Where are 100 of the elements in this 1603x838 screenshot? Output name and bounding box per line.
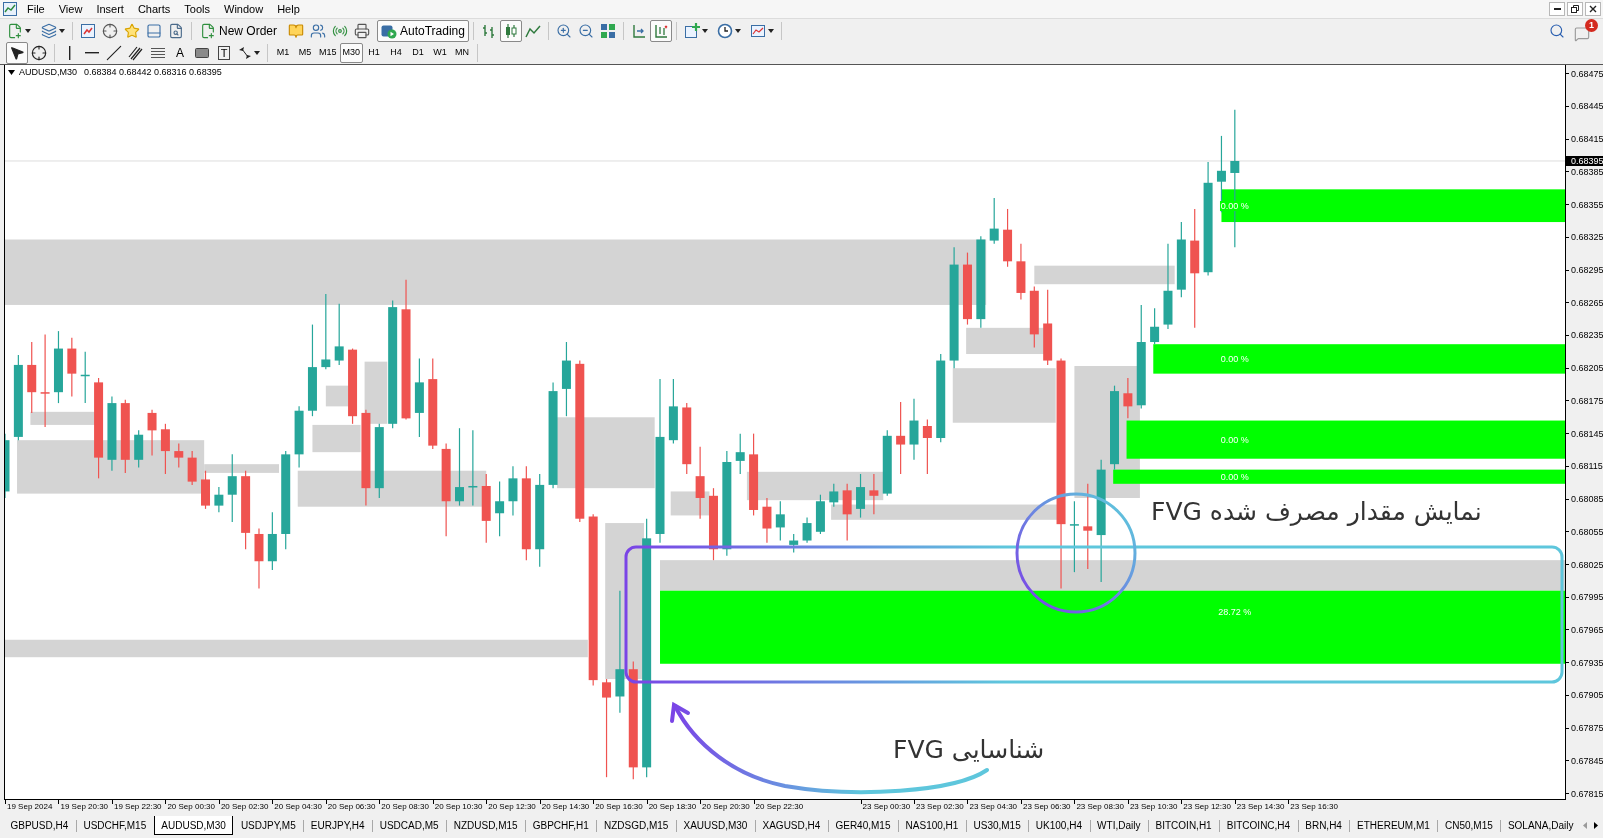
fvg-percentage: 0.00 % [1219, 471, 1250, 482]
chart-tab[interactable]: US30,M15 [966, 816, 1029, 835]
chart-tab[interactable]: BITCOINC,H4 [1219, 816, 1298, 835]
chart-tab[interactable]: XAGUSD,H4 [755, 816, 828, 835]
bullish-candle [334, 303, 344, 366]
price-label: 0.68355 [1571, 199, 1603, 210]
annotation-text: شناسایی FVG [893, 735, 1045, 765]
text-label-button[interactable]: T [213, 42, 235, 64]
menu-item[interactable]: View [51, 1, 90, 17]
period-button[interactable]: M5 [294, 43, 316, 63]
bullish-candle [775, 500, 785, 542]
time-label: 23 Sep 12:30 [1183, 802, 1231, 812]
chart-tab[interactable]: BRN,H4 [1297, 816, 1350, 835]
star-icon [124, 22, 140, 39]
crosshair-icon [31, 45, 47, 61]
period-button[interactable]: MN [451, 43, 474, 63]
auto-trading-button[interactable]: AutoTrading [377, 19, 469, 42]
bearish-candle [147, 409, 157, 457]
chart-tab[interactable]: NAS100,H1 [898, 816, 966, 835]
bearish-candle [1003, 208, 1013, 268]
bullish-candle [882, 429, 892, 497]
chart-symbol: AUDUSD,M30 [19, 67, 77, 78]
scroll-right-button[interactable] [1592, 819, 1600, 832]
chart-tab[interactable]: USDCAD,M5 [372, 816, 447, 835]
chart-tab[interactable]: SOLANA,Daily [1500, 816, 1581, 835]
auto-scroll-button[interactable] [649, 19, 672, 42]
price-label: 0.68235 [1571, 330, 1603, 341]
menu-item[interactable]: Help [270, 1, 307, 17]
chart-tab[interactable]: USDCHF,M15 [75, 816, 154, 835]
chart-tab[interactable]: WTI,Daily [1089, 816, 1148, 835]
price-label: 0.68475 [1571, 68, 1603, 79]
price-label: 0.67875 [1571, 723, 1603, 734]
period-button[interactable]: M15 [316, 43, 340, 63]
time-label: 23 Sep 08:30 [1076, 802, 1124, 812]
notifications-button[interactable]: 1 [1574, 19, 1596, 42]
time-label: 20 Sep 00:30 [167, 802, 215, 812]
menu-item[interactable]: Tools [177, 1, 217, 17]
menu-item[interactable]: Window [217, 1, 271, 17]
price-zone [325, 385, 349, 407]
tiles-icon [599, 22, 616, 39]
rectangle-icon [195, 48, 209, 58]
bearish-candle [762, 497, 772, 544]
menu-item[interactable]: Insert [89, 1, 131, 17]
chart-tab[interactable]: GBPCHF,H1 [525, 816, 597, 835]
restore-button[interactable] [1567, 2, 1583, 16]
time-label: 23 Sep 14:30 [1236, 802, 1285, 812]
chart-window-icon [749, 22, 766, 39]
bullish-candle [214, 486, 224, 513]
chart-tab[interactable]: XAUUSD,M30 [676, 816, 755, 835]
chart-tab[interactable]: GER40,M15 [827, 816, 898, 835]
period-button[interactable]: M30 [339, 43, 364, 63]
chart-window-icon [3, 2, 17, 16]
bullish-candle [80, 351, 90, 404]
chart-tab[interactable]: ETHEREUM,M1 [1349, 816, 1438, 835]
chart-tab[interactable]: BITCOIN,H1 [1148, 816, 1220, 835]
minimize-button[interactable] [1549, 2, 1565, 16]
bearish-candle [481, 473, 491, 544]
chart-tab[interactable]: CN50,M15 [1437, 816, 1501, 835]
new-order-button[interactable]: New Order [196, 19, 281, 42]
chart-tab[interactable]: USDJPY,M5 [233, 816, 304, 835]
price-label: 0.67815 [1571, 788, 1603, 799]
chart-tab[interactable]: AUDUSD,M30 [153, 816, 234, 835]
price-label: 0.68145 [1571, 428, 1603, 439]
time-label: 23 Sep 00:30 [862, 802, 911, 812]
chart-tab[interactable]: NZDSGD,M15 [596, 816, 676, 835]
notification-badge: 1 [1585, 18, 1598, 32]
time-label: 20 Sep 18:30 [648, 802, 697, 812]
text-tool-button[interactable]: A [169, 42, 191, 64]
candlestick-button[interactable] [499, 19, 522, 42]
period-button[interactable]: M1 [272, 43, 294, 63]
time-label: 20 Sep 20:30 [702, 802, 750, 812]
chart-tab[interactable]: EURJPY,H4 [303, 816, 373, 835]
time-label: 20 Sep 08:30 [381, 802, 429, 812]
period-button[interactable]: H4 [385, 43, 408, 63]
period-button[interactable]: H1 [363, 43, 386, 63]
period-button[interactable]: W1 [429, 43, 452, 63]
time-label: 23 Sep 10:30 [1129, 802, 1178, 812]
price-label: 0.68115 [1571, 461, 1603, 472]
chart-tab[interactable]: NZDUSD,M15 [446, 816, 526, 835]
cursor-button[interactable] [6, 42, 28, 64]
period-button[interactable]: D1 [407, 43, 430, 63]
bullish-candle [267, 511, 277, 571]
chart-tab[interactable]: UK100,H4 [1028, 816, 1090, 835]
close-button[interactable] [1585, 2, 1601, 16]
file-plus-icon [7, 22, 23, 39]
axis-arrow-icon [630, 22, 647, 39]
menu-item[interactable]: Charts [130, 1, 178, 17]
bullish-candle [789, 533, 799, 554]
parallel-lines-icon [128, 45, 144, 61]
menu-item[interactable]: File [20, 1, 52, 17]
time-label: 23 Sep 16:30 [1290, 802, 1338, 812]
time-label: 23 Sep 02:30 [916, 802, 964, 812]
minimize-icon [1553, 8, 1561, 10]
zoom-in-icon [555, 22, 572, 39]
bullish-candle [829, 483, 839, 508]
price-label: 0.67845 [1571, 755, 1603, 766]
horizontal-line-icon [85, 52, 99, 54]
caret-down-icon [701, 28, 708, 33]
chart-tab[interactable]: GBPUSD,H4 [3, 816, 76, 835]
caret-down-icon [59, 28, 65, 33]
